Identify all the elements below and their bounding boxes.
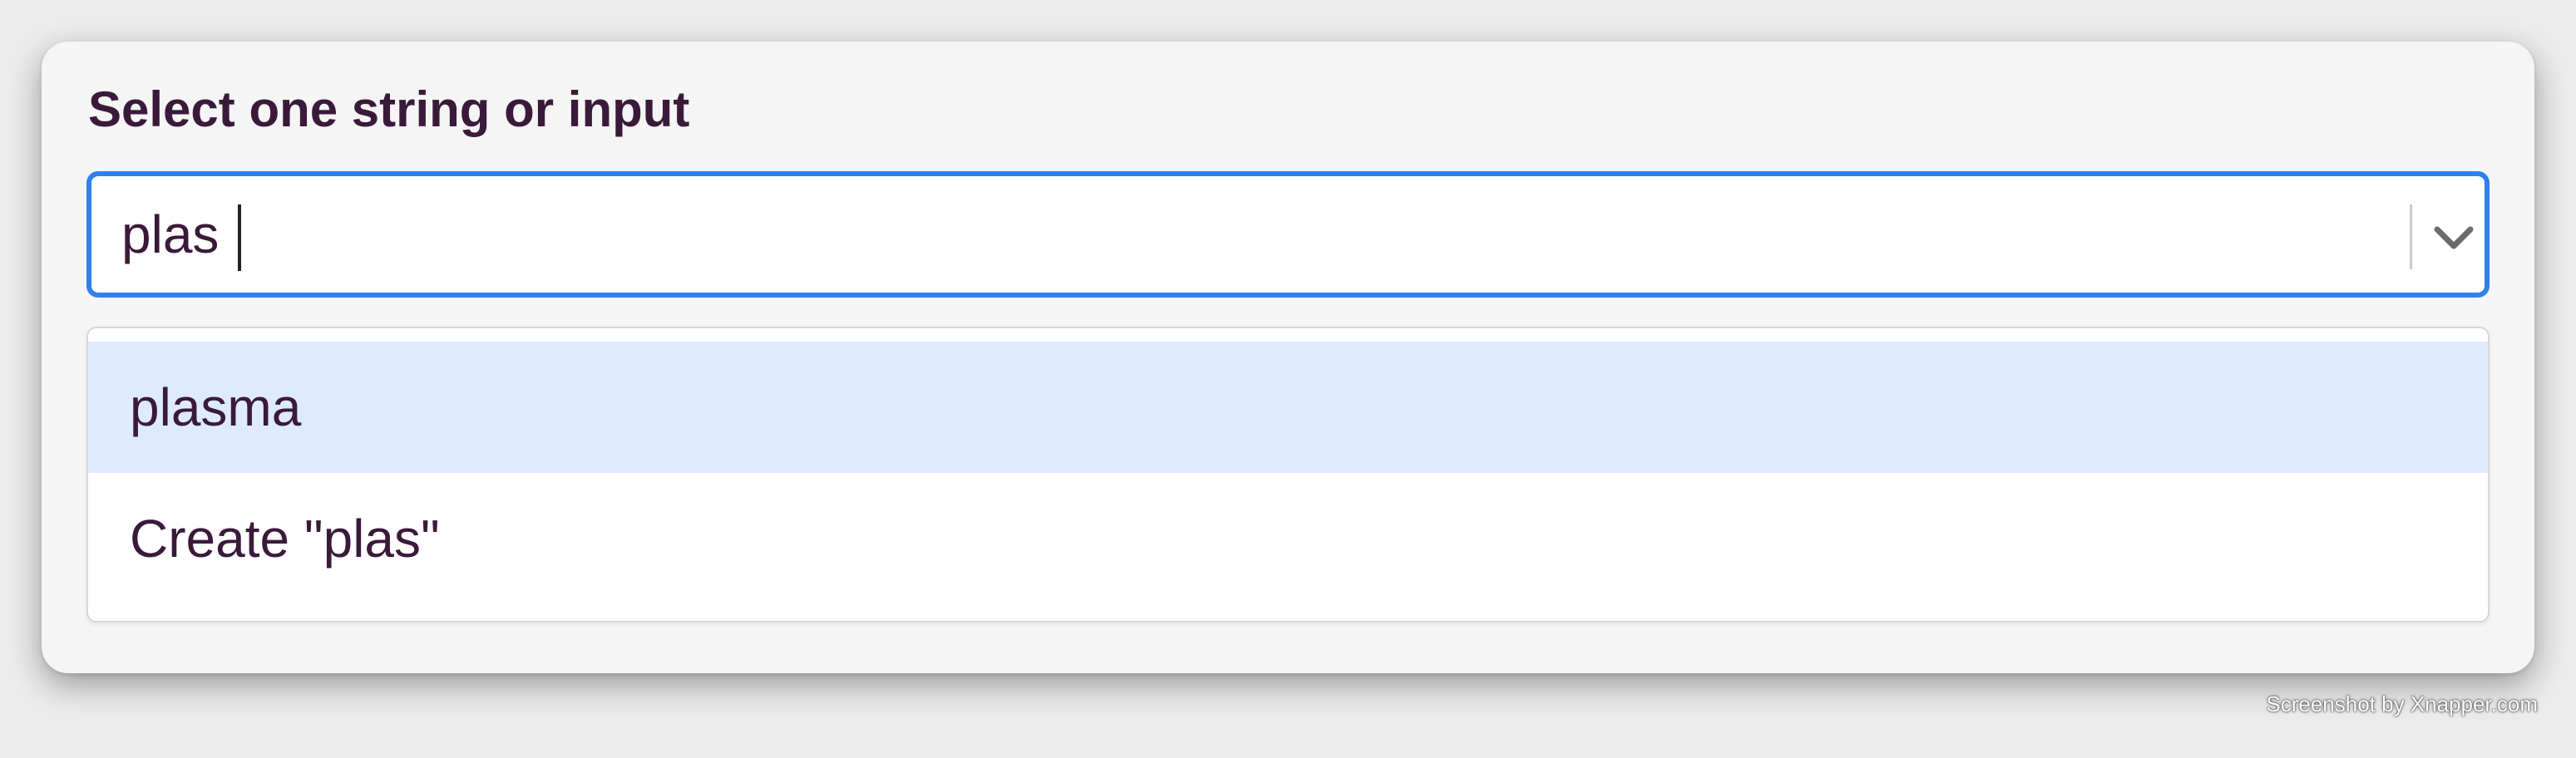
dropdown-menu: plasma Create "plas" bbox=[86, 327, 2490, 623]
combobox-input[interactable] bbox=[121, 196, 2283, 273]
option-create[interactable]: Create "plas" bbox=[88, 473, 2488, 604]
indicator-separator bbox=[2410, 204, 2412, 269]
text-caret bbox=[238, 204, 241, 271]
dropdown-indicator-button[interactable] bbox=[2428, 194, 2480, 281]
option-plasma[interactable]: plasma bbox=[88, 342, 2488, 473]
watermark: Screenshot by Xnapper.com bbox=[2266, 692, 2538, 716]
select-card: Select one string or input plasma Create… bbox=[42, 42, 2534, 673]
chevron-down-icon bbox=[2434, 226, 2474, 249]
field-label: Select one string or input bbox=[88, 81, 690, 137]
combobox[interactable] bbox=[86, 171, 2490, 298]
